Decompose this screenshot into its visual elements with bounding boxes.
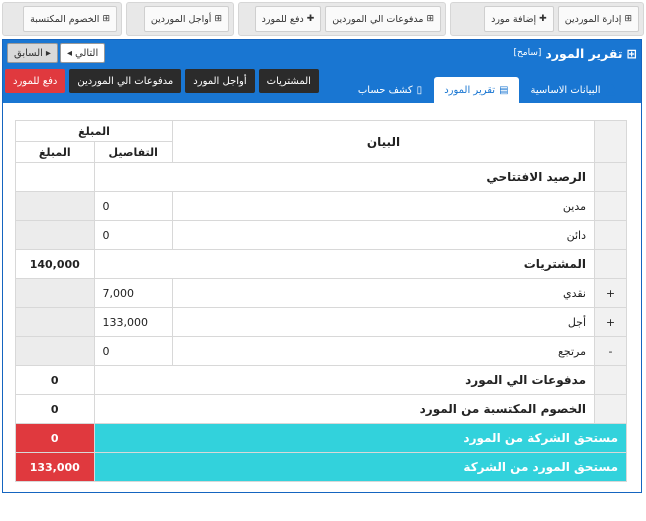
nav-buttons: السابق ▸ ◂ التالي — [7, 43, 106, 63]
payments-label: مدفوعات الي المورد — [93, 365, 595, 395]
report-table: البيان المبلغ التفاصيل المبلغ الرصيد الا… — [15, 120, 627, 482]
return-label: مرتجع — [172, 336, 595, 366]
earned-discounts-button[interactable]: ⊞ الخصوم المكتسبة — [23, 6, 117, 32]
table-row: مدين 0 — [15, 191, 627, 221]
header-amount-sub: المبلغ — [15, 141, 95, 163]
purchases-button[interactable]: المشتريات — [258, 69, 319, 93]
grid-icon: ⊞ — [102, 14, 110, 24]
payments-value: 0 — [15, 365, 95, 395]
user-icon: 👤 — [604, 84, 617, 96]
supplier-payments-button[interactable]: ⊞ مدفوعات الي الموردين — [325, 6, 441, 32]
table-row: + أجل 133,000 — [15, 307, 627, 337]
table-row: مدفوعات الي المورد 0 — [15, 365, 627, 395]
grid-icon: ⊞ — [426, 14, 434, 24]
table-row: + نقدي 7,000 — [15, 278, 627, 308]
opening-balance-label: الرصيد الافتتاحي — [93, 162, 595, 192]
supplier-name: [سامح] — [513, 48, 542, 58]
cash-label: نقدي — [172, 278, 595, 308]
table-row: - مرتجع 0 — [15, 336, 627, 366]
pay-supplier-top-button[interactable]: ✚ دفع للمورد — [254, 6, 322, 32]
previous-button[interactable]: السابق ▸ — [7, 43, 58, 63]
discounts-label: الخصوم المكتسبة من المورد — [93, 394, 595, 424]
deferred-value: 133,000 — [93, 307, 173, 337]
grid-icon: ⊞ — [624, 14, 632, 24]
tab-basic-info[interactable]: 👤 البيانات الاساسية — [521, 77, 627, 103]
debit-value: 0 — [93, 191, 173, 221]
manage-suppliers-button[interactable]: ⊞ إدارة الموردين — [557, 6, 639, 32]
grid-icon: ⊞ — [214, 14, 222, 24]
pay-supplier-button[interactable]: دفع للمورد — [5, 69, 66, 93]
header-description: البيان — [172, 120, 595, 163]
company-due-value: 0 — [15, 423, 95, 453]
return-value: 0 — [93, 336, 173, 366]
document-icon: ▯ — [416, 84, 423, 96]
table-row: الرصيد الافتتاحي — [15, 162, 627, 192]
table-row: الخصوم المكتسبة من المورد 0 — [15, 394, 627, 424]
side-header — [594, 120, 627, 163]
panel-header: ⊞ تقرير المورد [سامح] السابق ▸ ◂ التالي — [3, 40, 641, 66]
header-details: التفاصيل — [93, 141, 173, 163]
report-table-wrap: البيان المبلغ التفاصيل المبلغ الرصيد الا… — [15, 120, 629, 482]
cash-sign: + — [594, 278, 627, 308]
action-buttons: دفع للمورد مدفوعات الي الموردين أواجل ال… — [5, 69, 319, 93]
header-amount: المبلغ — [15, 120, 173, 142]
tab-account-statement[interactable]: ▯ كشف حساب — [348, 77, 432, 103]
supplier-report-panel: ⊞ تقرير المورد [سامح] السابق ▸ ◂ التالي 👤 ا… — [2, 39, 642, 493]
caret-right-icon: ▸ — [45, 47, 51, 59]
purchases-label: المشتريات — [93, 249, 595, 279]
discounts-value: 0 — [15, 394, 95, 424]
credit-value: 0 — [93, 220, 173, 250]
suppliers-group: ⊞ إدارة الموردين ✚ إضافة مورد — [450, 2, 644, 36]
caret-left-icon: ◂ — [66, 47, 72, 59]
company-due-label: مستحق الشركة من المورد — [93, 423, 627, 453]
top-quick-bar: ⊞ إدارة الموردين ✚ إضافة مورد ⊞ مدفوعات الي… — [2, 2, 644, 36]
return-sign: - — [594, 336, 627, 366]
next-button[interactable]: ◂ التالي — [59, 43, 106, 63]
debit-label: مدين — [172, 191, 595, 221]
add-supplier-button[interactable]: ✚ إضافة مورد — [484, 6, 554, 32]
deferred-label: أجل — [172, 307, 595, 337]
discounts-group: ⊞ الخصوم المكتسبة — [2, 2, 122, 36]
supplier-due-label: مستحق المورد من الشركة — [93, 452, 627, 482]
table-row: مستحق الشركة من المورد 0 — [15, 423, 627, 453]
plus-icon: ✚ — [306, 14, 315, 24]
payments-to-suppliers-button[interactable]: مدفوعات الي الموردين — [69, 69, 182, 93]
credit-label: دائن — [172, 220, 595, 250]
deferred-group: ⊞ أواجل الموردين — [126, 2, 234, 36]
tab-supplier-report[interactable]: ▤ تقرير المورد — [434, 77, 519, 103]
table-row: المشتريات 140,000 — [15, 249, 627, 279]
cash-value: 7,000 — [93, 278, 173, 308]
table-row: دائن 0 — [15, 220, 627, 250]
payments-group: ⊞ مدفوعات الي الموردين ✚ دفع للمورد — [238, 2, 446, 36]
plus-icon: ✚ — [539, 14, 547, 24]
tab-bar: 👤 البيانات الاساسية ▤ تقرير المورد ▯ كشف حس… — [3, 66, 641, 103]
purchases-total: 140,000 — [15, 249, 95, 279]
page-title: ⊞ تقرير المورد [سامح] — [513, 45, 637, 61]
chart-icon: ▤ — [499, 84, 509, 96]
suppliers-deferred-button[interactable]: ⊞ أواجل الموردين — [143, 6, 229, 32]
supplier-due-value: 133,000 — [15, 452, 95, 482]
supplier-deferred-button[interactable]: أواجل المورد — [185, 69, 255, 93]
table-row: مستحق المورد من الشركة 133,000 — [15, 452, 627, 482]
deferred-sign: + — [594, 307, 627, 337]
tabs: 👤 البيانات الاساسية ▤ تقرير المورد ▯ كشف حس… — [348, 77, 627, 103]
table-icon: ⊞ — [626, 45, 637, 61]
